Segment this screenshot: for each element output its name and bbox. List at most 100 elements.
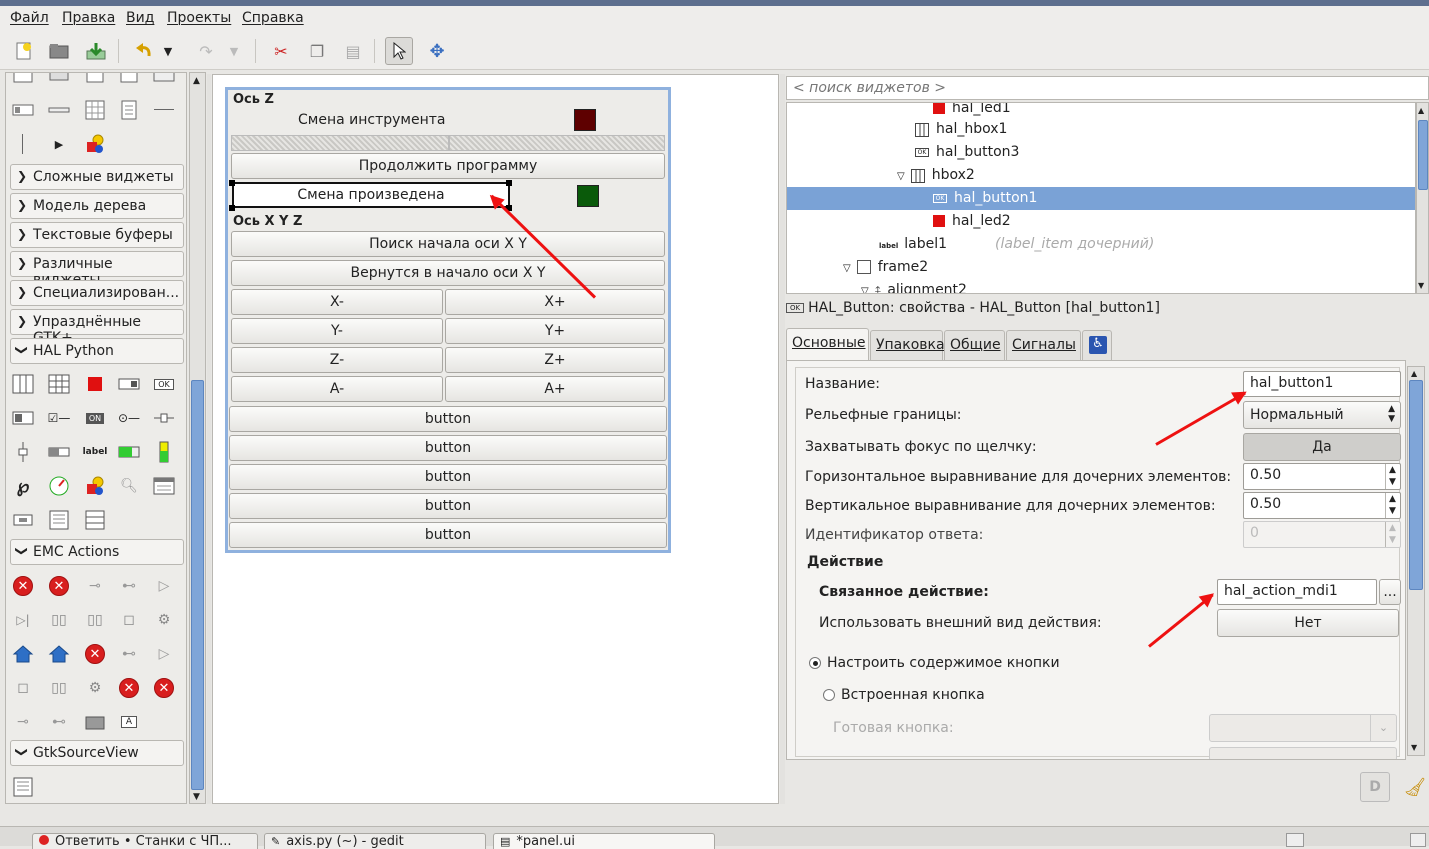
stock-button-select[interactable]: ⌄ (1209, 714, 1397, 742)
chevron-down-icon[interactable]: ▽ (897, 171, 905, 182)
palette-vseparator-icon[interactable] (10, 131, 36, 157)
scroll-up-icon[interactable]: ▲ (1418, 106, 1424, 115)
palette-group-deprecated[interactable]: ❯Упразднённые GTK+ (10, 309, 184, 346)
hal-onoff-icon[interactable]: ON (82, 405, 108, 431)
tab-basic[interactable]: Основные (786, 328, 869, 361)
folder-icon[interactable] (82, 709, 108, 735)
save-icon[interactable] (82, 37, 110, 65)
palette-widget-icon[interactable] (10, 73, 36, 89)
menu-view[interactable]: Вид (126, 10, 154, 26)
hal-slider-icon[interactable] (151, 405, 177, 431)
docs-icon[interactable]: D (1360, 772, 1390, 802)
task-glade[interactable]: ▤ *panel.ui (493, 833, 715, 849)
hal-togglebutton-icon[interactable] (116, 371, 142, 397)
plug-icon[interactable]: ⊷ (116, 573, 142, 599)
hal-meter-icon[interactable] (46, 473, 72, 499)
tree-item-hal-led1[interactable]: hal_led1 (933, 103, 1011, 119)
spin-arrows-icon[interactable]: ▲ ▼ (1385, 522, 1399, 547)
menu-file[interactable]: Файл (10, 10, 49, 26)
jog-z-minus-button[interactable]: Z- (231, 347, 443, 373)
tree-scroll-thumb[interactable] (1418, 120, 1428, 190)
gear2-icon[interactable]: ⚙ (82, 675, 108, 701)
scroll-down-icon[interactable]: ▼ (1418, 281, 1424, 290)
focus-toggle[interactable]: Да (1243, 433, 1401, 461)
related-action-browse-button[interactable]: ... (1379, 579, 1401, 605)
tree-item-hal-button3[interactable]: OK hal_button3 (915, 141, 1019, 163)
design-window[interactable]: Ось Z Смена инструмента Продолжить прогр… (225, 87, 671, 553)
generic-button[interactable]: button (229, 464, 667, 490)
palette-scroll-thumb[interactable] (191, 380, 204, 790)
placeholder-slot[interactable] (449, 135, 665, 151)
home-search-button[interactable]: Поиск начала оси X Y (231, 231, 665, 257)
selection-handle[interactable] (229, 180, 235, 186)
palette-group-emc-actions[interactable]: ❯ EMC Actions (10, 539, 184, 565)
hal-list-icon[interactable] (46, 507, 72, 533)
spin-arrows-icon[interactable]: ▲ ▼ (1385, 464, 1399, 489)
palette-group-text-buffers[interactable]: ❯ Текстовые буферы (10, 222, 184, 248)
jog-y-minus-button[interactable]: Y- (231, 318, 443, 344)
palette-group-gtksourceview[interactable]: ❯ GtkSourceView (10, 740, 184, 766)
palette-group-hal-python[interactable]: ❯ HAL Python (10, 338, 184, 364)
close-action-icon[interactable]: ✕ (116, 675, 142, 701)
estop-reset-icon[interactable]: ✕ (46, 573, 72, 599)
generic-button[interactable]: button (229, 493, 667, 519)
scroll-up-icon[interactable]: ▲ (193, 76, 200, 86)
hal-progress-icon[interactable] (46, 439, 72, 465)
tab-signals[interactable]: Сигналы (1006, 330, 1081, 360)
radio-custom-content[interactable]: Настроить содержимое кнопки (809, 655, 1060, 671)
response-spin[interactable]: 0 (1243, 521, 1401, 548)
copy-icon[interactable]: ❐ (303, 37, 331, 65)
use-appearance-toggle[interactable]: Нет (1217, 609, 1399, 637)
palette-group-tree-model[interactable]: ❯ Модель дерева (10, 193, 184, 219)
jog-y-plus-button[interactable]: Y+ (445, 318, 665, 344)
generic-button[interactable]: button (229, 406, 667, 432)
pause-icon[interactable]: ▯▯ (46, 607, 72, 633)
halign-spin[interactable]: 0.50 (1243, 463, 1401, 490)
palette-widget-icon[interactable] (82, 73, 108, 89)
jog-a-minus-button[interactable]: A- (231, 376, 443, 402)
scroll-down-icon[interactable]: ▼ (193, 792, 200, 802)
palette-widget-icon[interactable] (10, 97, 36, 123)
selection-handle[interactable] (506, 180, 512, 186)
palette-widget-icon[interactable] (116, 73, 142, 89)
palette-shapes-icon[interactable] (82, 131, 108, 157)
palette-group-specialized[interactable]: ❯ Специализирован... (10, 280, 184, 306)
pause2-icon[interactable]: ▯▯ (82, 607, 108, 633)
change-done-button[interactable]: Смена произведена (232, 182, 510, 208)
generic-button[interactable]: button (229, 522, 667, 548)
tab-packing[interactable]: Упаковка (870, 330, 945, 360)
jog-z-plus-button[interactable]: Z+ (445, 347, 665, 373)
hal-table-icon[interactable] (46, 371, 72, 397)
chevron-down-icon[interactable]: ▽ (861, 286, 869, 293)
palette-play-icon[interactable]: ▶ (46, 131, 72, 157)
palette-group-complex[interactable]: ❯ Сложные виджеты (10, 164, 184, 190)
home-icon[interactable] (10, 641, 36, 667)
clear-broom-icon[interactable]: 🧹︎ (1400, 772, 1429, 802)
tree-item-hbox2[interactable]: ▽ hbox2 (897, 164, 975, 186)
hal-window-icon[interactable] (151, 473, 177, 499)
hal-check-icon[interactable]: ☑— (46, 405, 72, 431)
menu-help[interactable]: Справка (242, 10, 304, 26)
placeholder-slot[interactable] (231, 135, 449, 151)
open-folder-icon[interactable] (45, 37, 73, 65)
widget-search-input[interactable]: < поиск виджетов > (786, 76, 1429, 100)
palette-hseparator-icon[interactable] (151, 97, 177, 123)
tray-trash-icon[interactable] (1410, 833, 1426, 847)
relief-select[interactable]: Нормальный ▲ ▼ (1243, 401, 1401, 429)
tree-item-alignment2[interactable]: ▽ ⍏ alignment2 (861, 279, 967, 293)
radio-icon[interactable] (823, 689, 835, 701)
chevron-down-icon[interactable]: ▽ (843, 263, 851, 274)
hal-label-icon[interactable]: label (82, 439, 108, 465)
properties-scroll-thumb[interactable] (1409, 380, 1423, 590)
valign-spin[interactable]: 0.50 (1243, 492, 1401, 519)
scroll-up-icon[interactable]: ▲ (1411, 369, 1417, 378)
tab-common[interactable]: Общие (944, 330, 1005, 360)
hal-bar-icon[interactable] (116, 439, 142, 465)
home-all-icon[interactable] (46, 641, 72, 667)
tab-accessibility[interactable]: ♿︎ (1082, 330, 1112, 360)
task-browser[interactable]: Ответить • Станки с ЧП... (32, 833, 258, 849)
undo-icon[interactable] (130, 37, 158, 65)
cut-icon[interactable]: ✂ (267, 37, 295, 65)
text-label-icon[interactable]: A (116, 709, 142, 735)
redo-dropdown-icon[interactable]: ▼ (226, 37, 242, 65)
